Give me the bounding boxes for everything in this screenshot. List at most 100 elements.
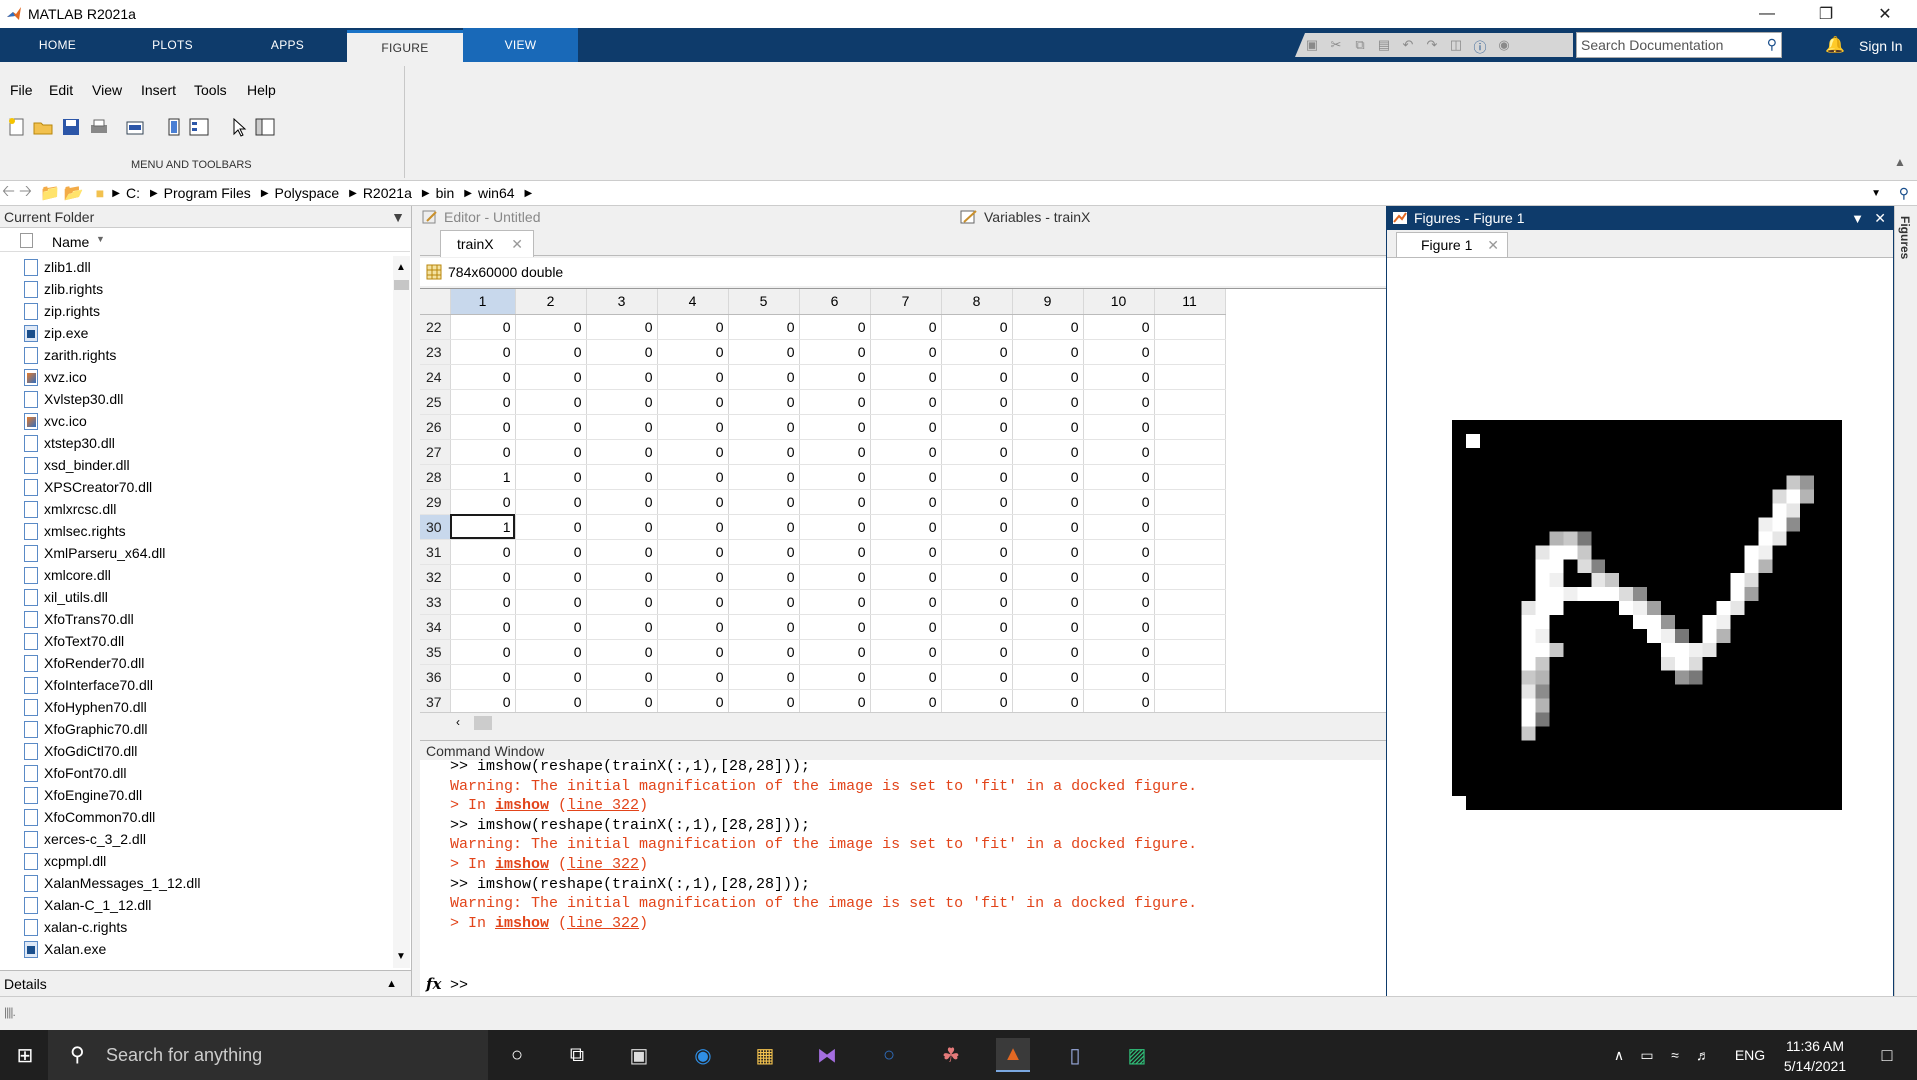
table-cell[interactable]: 0 (657, 614, 729, 640)
table-cell[interactable]: 0 (799, 489, 871, 515)
new-figure-icon[interactable] (6, 116, 28, 138)
notepad-icon[interactable]: ▯ (1058, 1038, 1092, 1072)
row-header[interactable]: 34 (420, 614, 451, 640)
table-cell[interactable]: 0 (657, 339, 729, 365)
table-cell[interactable]: 0 (870, 464, 942, 490)
file-item[interactable]: XPSCreator70.dll (24, 476, 152, 498)
table-cell[interactable]: 0 (728, 314, 800, 340)
table-cell[interactable]: 0 (450, 689, 516, 712)
table-cell[interactable]: 0 (1012, 439, 1084, 465)
table-cell[interactable]: 0 (941, 414, 1013, 440)
table-cell[interactable]: 0 (1012, 364, 1084, 390)
row-header[interactable]: 25 (420, 389, 451, 415)
table-cell[interactable]: 0 (941, 389, 1013, 415)
file-item[interactable]: XalanMessages_1_12.dll (24, 872, 200, 894)
property-editor-icon[interactable] (254, 116, 276, 138)
menu-tools[interactable]: Tools (194, 82, 227, 98)
command-window[interactable]: >> imshow(reshape(trainX(:,1),[28,28]));… (420, 758, 1386, 996)
row-header[interactable]: 28 (420, 464, 451, 490)
table-cell[interactable]: 0 (799, 439, 871, 465)
file-item[interactable]: XfoEngine70.dll (24, 784, 142, 806)
table-cell[interactable]: 0 (450, 414, 516, 440)
table-cell[interactable]: 0 (728, 489, 800, 515)
menu-file[interactable]: File (10, 82, 33, 98)
row-header[interactable]: 23 (420, 339, 451, 365)
file-item[interactable]: XmlParseru_x64.dll (24, 542, 165, 564)
table-cell[interactable]: 0 (1083, 439, 1155, 465)
table-cell[interactable]: 0 (941, 589, 1013, 615)
menu-insert[interactable]: Insert (141, 82, 176, 98)
table-cell[interactable]: 0 (870, 664, 942, 690)
matlab-taskbar-icon[interactable]: ▲ (996, 1038, 1030, 1072)
table-cell[interactable]: 0 (799, 314, 871, 340)
taskbar-search[interactable]: ⚲ Search for anything (48, 1030, 488, 1080)
firefox-icon[interactable]: ◉ (686, 1038, 720, 1072)
table-cell[interactable]: 0 (728, 439, 800, 465)
tab-trainx[interactable]: trainX ✕ (440, 230, 534, 257)
table-cell[interactable]: 0 (870, 614, 942, 640)
table-cell[interactable]: 0 (1083, 414, 1155, 440)
table-cell[interactable]: 0 (941, 689, 1013, 712)
table-cell[interactable]: 0 (799, 414, 871, 440)
table-cell[interactable]: 0 (586, 489, 658, 515)
notifications-icon[interactable]: □ (1870, 1038, 1904, 1072)
file-item[interactable]: xmlcore.dll (24, 564, 111, 586)
table-cell[interactable] (1154, 414, 1226, 440)
table-cell[interactable]: 0 (941, 639, 1013, 665)
table-cell[interactable]: 0 (799, 464, 871, 490)
table-cell[interactable]: 0 (1012, 514, 1084, 540)
table-cell[interactable]: 0 (799, 614, 871, 640)
table-cell[interactable]: 0 (1083, 689, 1155, 712)
legend-icon[interactable] (188, 116, 210, 138)
table-cell[interactable]: 0 (586, 589, 658, 615)
table-cell[interactable]: 0 (450, 389, 516, 415)
file-item[interactable]: xvc.ico (24, 410, 87, 432)
column-header[interactable]: 8 (941, 289, 1013, 315)
table-cell[interactable]: 0 (515, 389, 587, 415)
redo-icon[interactable]: ↷ (1423, 37, 1441, 53)
table-cell[interactable]: 0 (799, 689, 871, 712)
table-cell[interactable]: 0 (515, 489, 587, 515)
table-cell[interactable]: 0 (515, 464, 587, 490)
terminal-icon[interactable]: ▣ (622, 1038, 656, 1072)
close-figures-icon[interactable]: ✕ (1874, 210, 1886, 227)
table-cell[interactable]: 0 (1083, 664, 1155, 690)
column-header[interactable]: 1 (450, 289, 516, 315)
table-cell[interactable]: 0 (1083, 639, 1155, 665)
table-cell[interactable]: 0 (586, 639, 658, 665)
table-cell[interactable] (1154, 539, 1226, 565)
close-icon[interactable]: ✕ (1862, 0, 1908, 28)
table-cell[interactable]: 0 (657, 639, 729, 665)
table-cell[interactable]: 0 (586, 664, 658, 690)
table-cell[interactable]: 0 (586, 689, 658, 712)
switch-windows-icon[interactable]: ◫ (1447, 37, 1465, 53)
table-cell[interactable]: 0 (1012, 314, 1084, 340)
windows-start-icon[interactable]: ⊞ (8, 1038, 42, 1072)
tab-view[interactable]: VIEW (463, 28, 578, 62)
table-cell[interactable]: 0 (450, 639, 516, 665)
panel-actions-icon[interactable]: ▼ (391, 209, 405, 225)
file-item[interactable]: Xalan-C_1_12.dll (24, 894, 151, 916)
row-header[interactable]: 31 (420, 539, 451, 565)
open-file-icon[interactable] (32, 116, 54, 138)
file-item[interactable]: xmlsec.rights (24, 520, 126, 542)
table-cell[interactable] (1154, 514, 1226, 540)
table-cell[interactable]: 0 (657, 489, 729, 515)
save-figure-icon[interactable] (60, 116, 82, 138)
table-cell[interactable]: 0 (657, 689, 729, 712)
variables-header[interactable]: Variables - trainX (960, 206, 1386, 228)
table-cell[interactable]: 0 (870, 389, 942, 415)
file-item[interactable]: XfoInterface70.dll (24, 674, 153, 696)
scroll-thumb[interactable] (394, 280, 409, 290)
edit-plot-arrow-icon[interactable] (228, 116, 250, 138)
line-link[interactable]: line 322 (567, 797, 639, 814)
table-cell[interactable]: 0 (728, 639, 800, 665)
figures-side-tab[interactable]: Figures (1898, 216, 1912, 259)
table-cell[interactable]: 0 (728, 414, 800, 440)
table-cell[interactable]: 0 (515, 689, 587, 712)
table-cell[interactable]: 0 (941, 614, 1013, 640)
function-link[interactable]: imshow (495, 915, 549, 932)
name-column-header[interactable]: Name ▼ (0, 230, 410, 252)
table-cell[interactable]: 0 (941, 314, 1013, 340)
cut-icon[interactable]: ✂ (1327, 37, 1345, 53)
